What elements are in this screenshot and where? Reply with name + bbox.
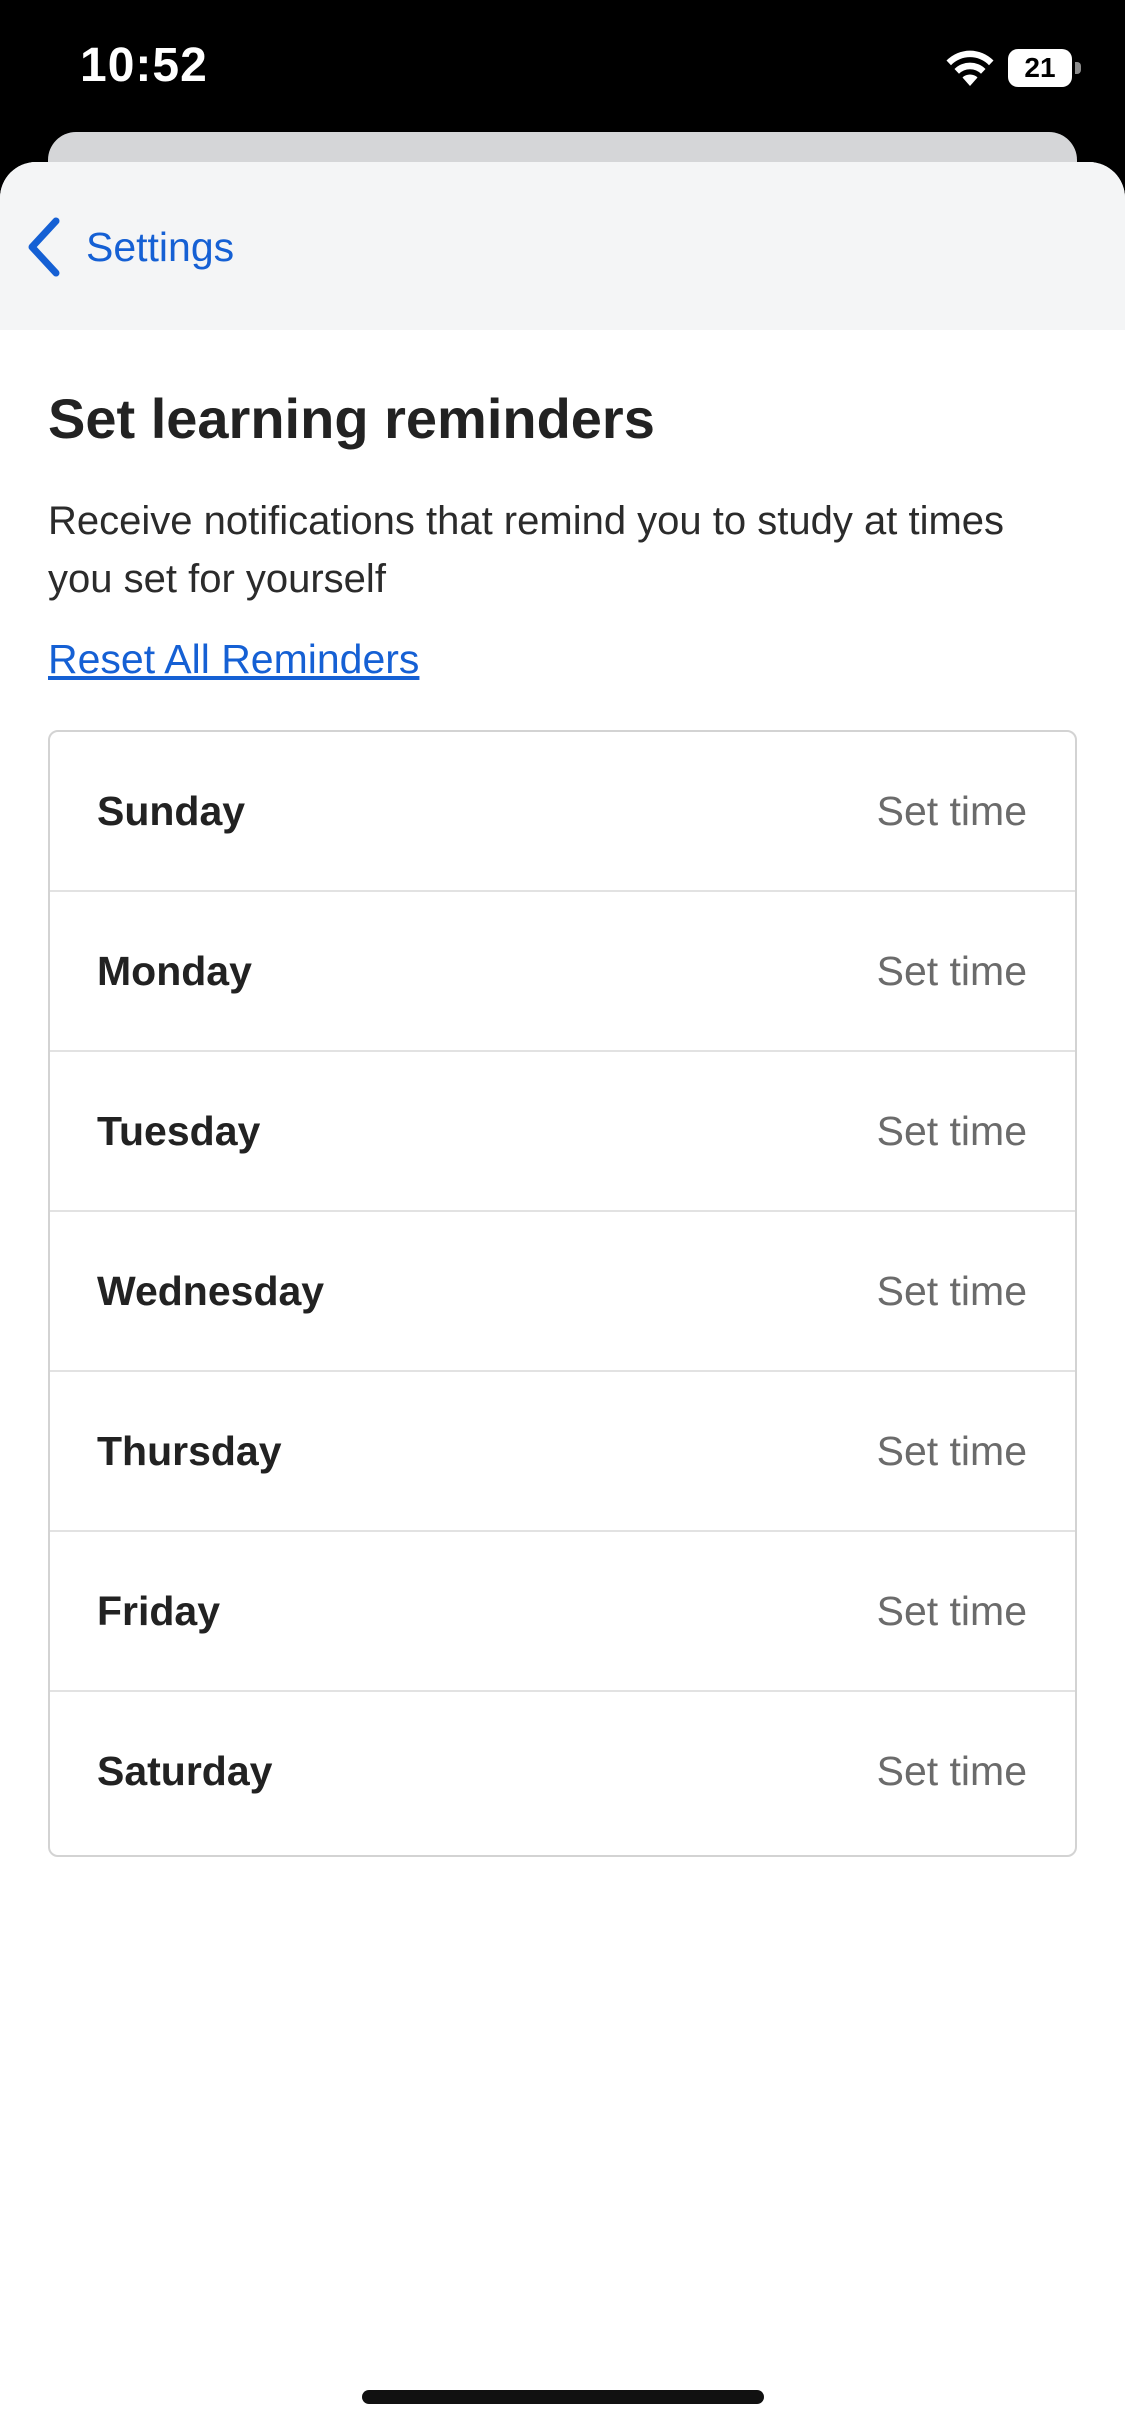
day-row-wednesday[interactable]: Wednesday Set time <box>50 1212 1075 1372</box>
home-indicator <box>362 2390 764 2404</box>
page-description: Receive notifications that remind you to… <box>48 499 1005 601</box>
days-list: Sunday Set time Monday Set time Tuesday … <box>48 730 1077 1857</box>
day-name: Tuesday <box>97 1108 261 1154</box>
day-row-tuesday[interactable]: Tuesday Set time <box>50 1052 1075 1212</box>
set-time-button[interactable]: Set time <box>877 1372 1027 1530</box>
battery-cap <box>1075 62 1081 74</box>
set-time-button[interactable]: Set time <box>877 892 1027 1050</box>
day-row-sunday[interactable]: Sunday Set time <box>50 732 1075 892</box>
modal-sheet: Settings Set learning reminders Receive … <box>0 162 1125 2436</box>
set-time-button[interactable]: Set time <box>877 1052 1027 1210</box>
battery-level: 21 <box>1024 52 1056 83</box>
back-label: Settings <box>86 223 235 270</box>
reset-all-reminders-link[interactable]: Reset All Reminders <box>48 636 419 683</box>
status-bar: 10:52 21 <box>0 0 1125 150</box>
day-name: Saturday <box>97 1748 273 1794</box>
back-button[interactable]: Settings <box>24 212 234 282</box>
day-row-monday[interactable]: Monday Set time <box>50 892 1075 1052</box>
day-name: Friday <box>97 1588 221 1634</box>
day-row-saturday[interactable]: Saturday Set time <box>50 1692 1075 1855</box>
day-name: Sunday <box>97 788 246 834</box>
set-time-button[interactable]: Set time <box>877 732 1027 890</box>
day-name: Thursday <box>97 1428 282 1474</box>
set-time-button[interactable]: Set time <box>877 1212 1027 1370</box>
status-time: 10:52 <box>80 39 208 92</box>
set-time-button[interactable]: Set time <box>877 1692 1027 1850</box>
navigation-bar: Settings <box>0 162 1125 330</box>
day-name: Monday <box>97 948 252 994</box>
set-time-button[interactable]: Set time <box>877 1532 1027 1690</box>
wifi-icon <box>946 50 994 86</box>
battery-icon: 21 <box>1008 49 1083 87</box>
page-title: Set learning reminders <box>48 387 655 450</box>
day-name: Wednesday <box>97 1268 325 1314</box>
chevron-left-icon <box>28 217 60 277</box>
day-row-friday[interactable]: Friday Set time <box>50 1532 1075 1692</box>
day-row-thursday[interactable]: Thursday Set time <box>50 1372 1075 1532</box>
